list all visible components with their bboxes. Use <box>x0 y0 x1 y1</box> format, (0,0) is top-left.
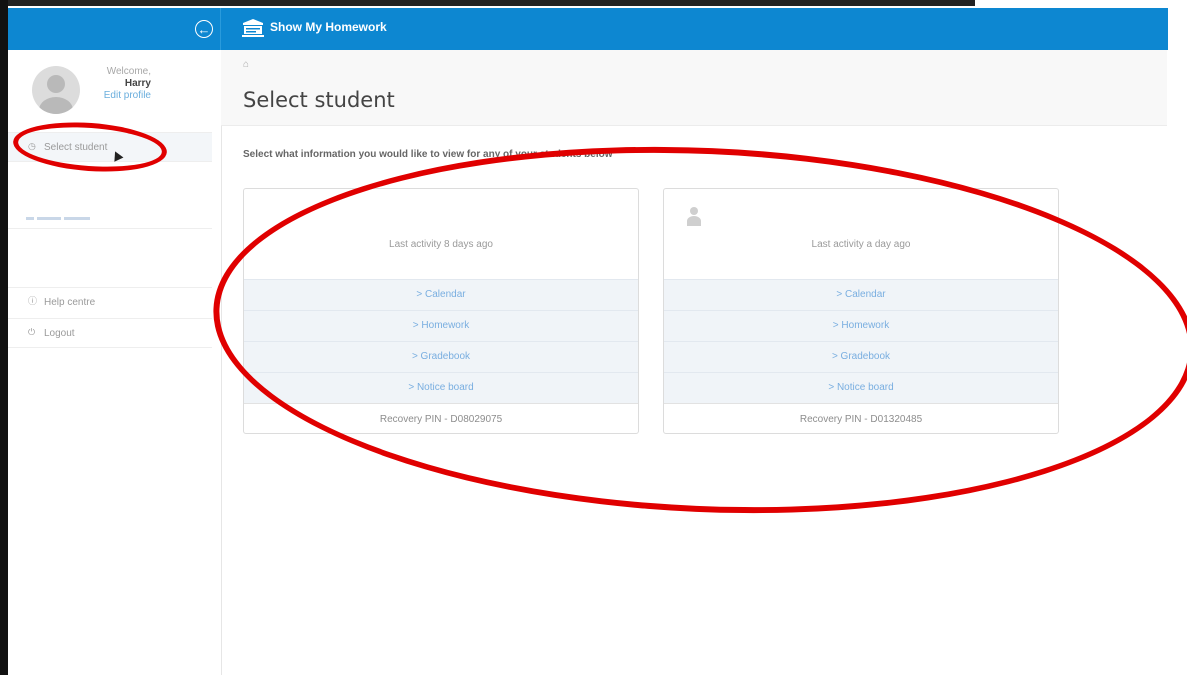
question-icon: ⓘ <box>28 296 38 306</box>
page-header: ⌂ Select student <box>221 50 1167 126</box>
avatar[interactable] <box>32 66 80 114</box>
school-logo-icon[interactable] <box>242 19 264 37</box>
page-title: Select student <box>243 88 395 112</box>
app-title[interactable]: Show My Homework <box>270 20 387 34</box>
user-welcome: Welcome, Harry Edit profile <box>104 66 151 102</box>
topbar-divider <box>220 8 221 50</box>
sidebar-spacer <box>8 228 212 287</box>
user-name: Harry <box>124 78 151 89</box>
edit-profile-link[interactable]: Edit profile <box>104 90 151 102</box>
power-icon: ⏻ <box>28 327 36 337</box>
top-bar: ← Show My Homework <box>8 8 1168 50</box>
window-left-edge <box>0 0 8 675</box>
sidebar-item-logout[interactable]: ⏻ Logout <box>8 318 212 348</box>
sidebar-item-label: Logout <box>44 328 75 339</box>
back-arrow-icon[interactable]: ← <box>195 20 213 38</box>
sidebar-item-help-centre[interactable]: ⓘ Help centre <box>8 287 212 316</box>
welcome-text: Welcome, <box>106 66 151 77</box>
sidebar-item-label: Help centre <box>44 297 96 308</box>
sidebar-student-entry[interactable] <box>26 210 106 221</box>
window-top-edge <box>0 0 1187 8</box>
home-icon[interactable]: ⌂ <box>243 59 249 70</box>
